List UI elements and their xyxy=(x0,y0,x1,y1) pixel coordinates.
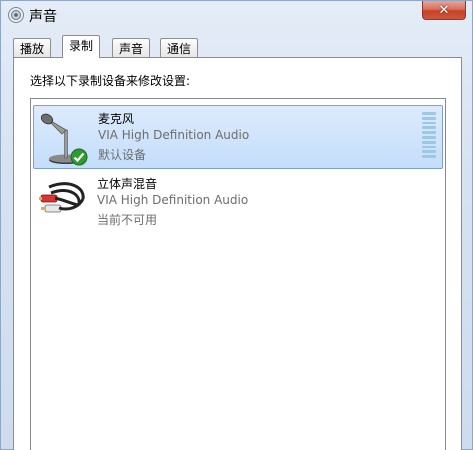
rca-cable-icon xyxy=(37,177,91,231)
device-item-stereo-mix[interactable]: 立体声混音 VIA High Definition Audio 当前不可用 xyxy=(33,171,443,235)
check-icon xyxy=(70,148,88,166)
device-list[interactable]: 麦克风 VIA High Definition Audio 默认设备 立体声混音… xyxy=(30,98,446,450)
device-name: 麦克风 xyxy=(98,112,135,126)
tab-strip: 播放 录制 声音 通信 xyxy=(13,35,463,58)
instruction-text: 选择以下录制设备来修改设置: xyxy=(30,74,191,88)
device-driver: VIA High Definition Audio xyxy=(97,193,249,207)
tab-playback[interactable]: 播放 xyxy=(13,38,52,57)
tab-recording[interactable]: 录制 xyxy=(62,35,101,58)
device-name: 立体声混音 xyxy=(97,177,158,191)
level-meter xyxy=(422,112,436,158)
tab-sounds[interactable]: 声音 xyxy=(112,38,151,57)
tab-communications[interactable]: 通信 xyxy=(160,38,199,57)
recording-panel: 选择以下录制设备来修改设置: 麦克风 VIA High Definition A… xyxy=(13,57,462,450)
device-item-microphone[interactable]: 麦克风 VIA High Definition Audio 默认设备 xyxy=(33,105,443,169)
sound-dialog: 声音 ✕ 播放 录制 声音 通信 选择以下录制设备来修改设置: 麦克风 VIA … xyxy=(0,0,473,450)
microphone-icon xyxy=(40,112,92,166)
device-status: 当前不可用 xyxy=(97,213,158,227)
close-button[interactable]: ✕ xyxy=(422,1,466,20)
window-title: 声音 xyxy=(29,9,57,25)
device-driver: VIA High Definition Audio xyxy=(98,128,250,142)
speaker-icon xyxy=(7,6,25,24)
device-status: 默认设备 xyxy=(98,148,147,162)
title-bar[interactable]: 声音 ✕ xyxy=(1,1,472,29)
close-icon: ✕ xyxy=(438,2,450,18)
